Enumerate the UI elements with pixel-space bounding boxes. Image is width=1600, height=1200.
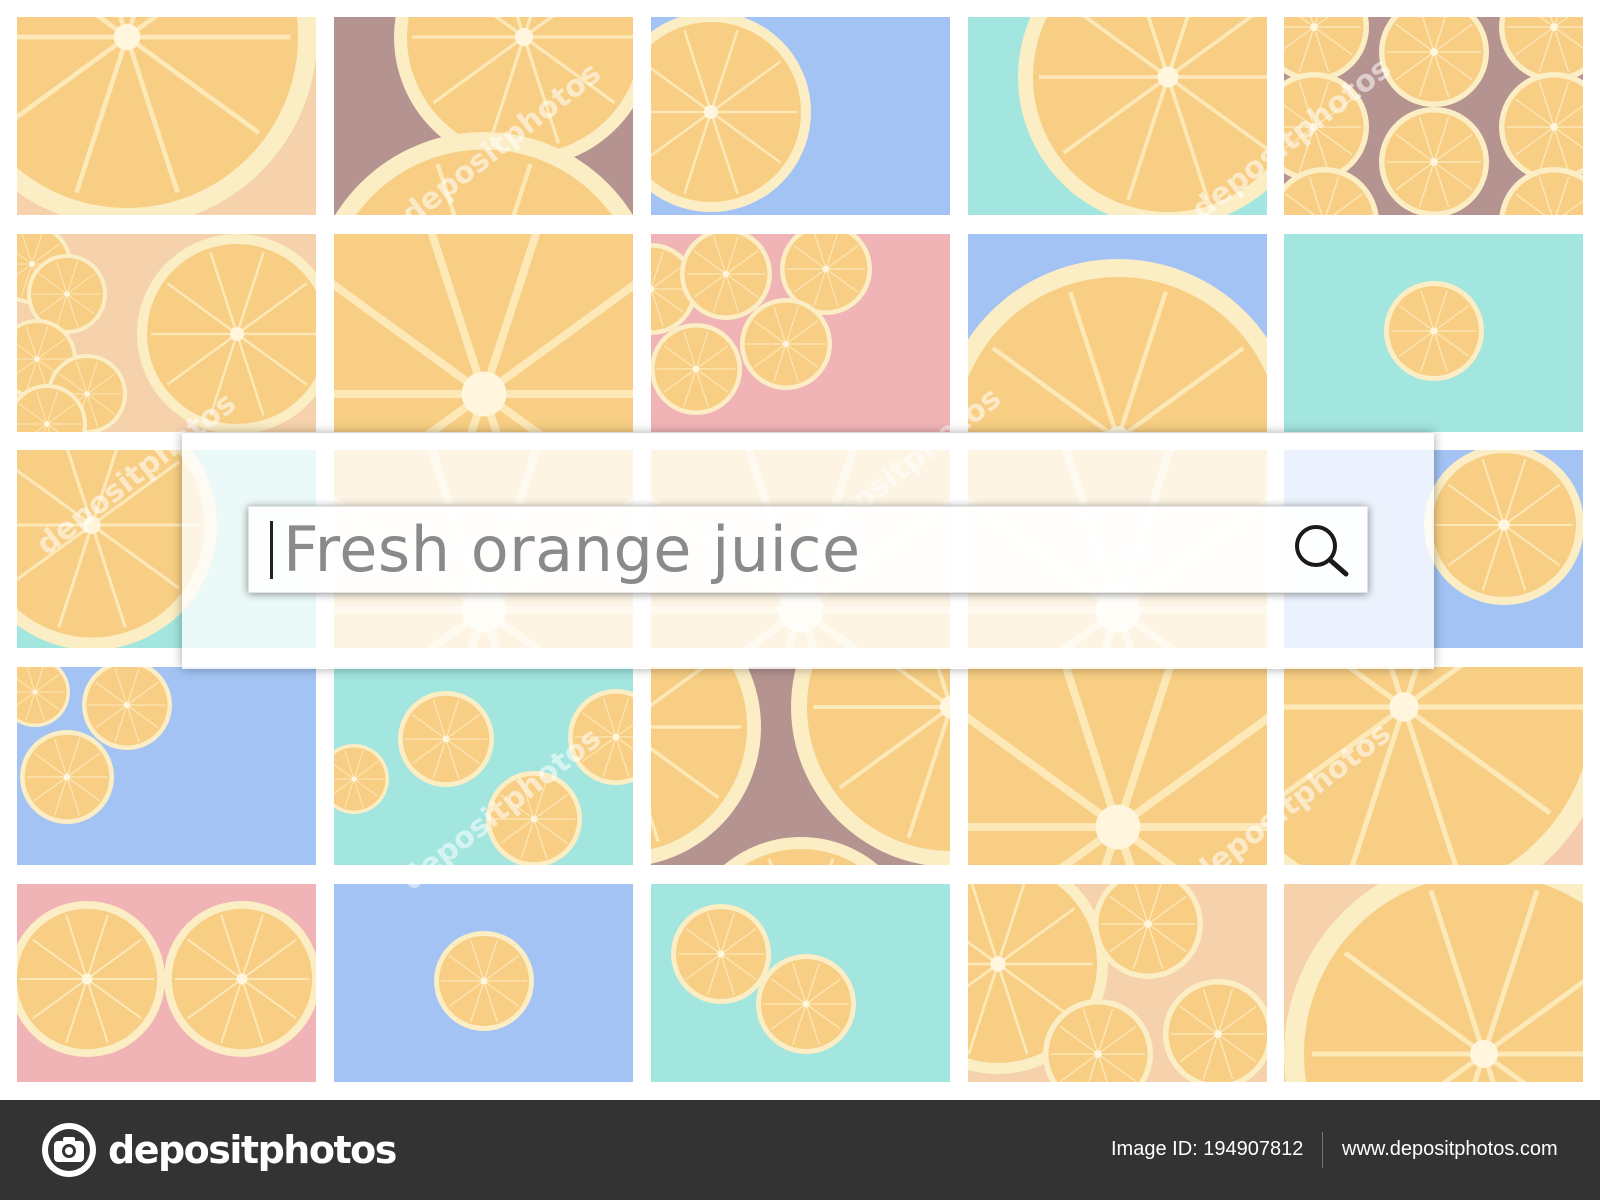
orange-photo — [334, 667, 633, 865]
image-id: Image ID: 194907812 — [1111, 1138, 1304, 1160]
orange-photo — [651, 884, 950, 1082]
footer-bar: depositphotos Image ID: 194907812 www.de… — [0, 1100, 1600, 1200]
photo-tile[interactable] — [1284, 884, 1583, 1082]
orange-slice — [756, 954, 856, 1054]
photo-tile[interactable] — [968, 234, 1267, 432]
orange-photo — [17, 667, 316, 865]
brand-name: depositphotos — [108, 1128, 397, 1172]
photo-tile[interactable] — [651, 234, 950, 432]
photo-tile[interactable] — [334, 667, 633, 865]
photo-tile[interactable] — [334, 234, 633, 432]
orange-photo — [1284, 17, 1583, 215]
photo-tile[interactable] — [1284, 234, 1583, 432]
text-cursor — [270, 521, 273, 579]
orange-photo — [334, 17, 633, 215]
orange-photo — [651, 667, 950, 865]
orange-slice — [1384, 281, 1484, 381]
orange-slice — [740, 298, 832, 390]
orange-slice — [398, 691, 494, 787]
orange-slice — [20, 730, 114, 824]
orange-slice — [651, 323, 742, 415]
search-panel: Fresh orange juice — [182, 433, 1434, 669]
website-link[interactable]: www.depositphotos.com — [1342, 1138, 1558, 1161]
photo-tile[interactable] — [651, 884, 950, 1082]
orange-photo — [17, 17, 316, 215]
photo-tile[interactable] — [334, 884, 633, 1082]
search-icon[interactable] — [1287, 519, 1357, 581]
orange-slice — [968, 667, 1267, 865]
orange-photo — [17, 884, 316, 1082]
photo-tile[interactable] — [17, 234, 316, 432]
orange-slice — [671, 904, 771, 1004]
orange-photo — [968, 17, 1267, 215]
photo-tile[interactable] — [17, 884, 316, 1082]
photo-tile[interactable] — [651, 667, 950, 865]
orange-slice — [1424, 450, 1583, 605]
photo-tile[interactable] — [968, 884, 1267, 1082]
orange-photo — [968, 667, 1267, 865]
depositphotos-logo[interactable]: depositphotos — [40, 1121, 397, 1179]
divider — [1322, 1132, 1323, 1168]
orange-photo — [334, 234, 633, 432]
orange-photo — [17, 234, 316, 432]
orange-slice — [434, 931, 534, 1031]
orange-photo — [651, 17, 950, 215]
orange-photo — [1284, 884, 1583, 1082]
orange-slice — [1284, 667, 1583, 865]
photo-tile[interactable] — [968, 667, 1267, 865]
camera-icon — [42, 1123, 96, 1177]
orange-slice — [1379, 107, 1489, 215]
photo-tile[interactable] — [334, 17, 633, 215]
orange-photo — [1284, 667, 1583, 865]
photo-tile[interactable] — [17, 17, 316, 215]
photo-tile[interactable] — [651, 17, 950, 215]
orange-photo — [1284, 234, 1583, 432]
photo-tile[interactable] — [1284, 667, 1583, 865]
photo-tile[interactable] — [17, 667, 316, 865]
orange-photo — [651, 234, 950, 432]
orange-photo — [334, 884, 633, 1082]
orange-slice — [486, 771, 582, 865]
photo-tile[interactable] — [968, 17, 1267, 215]
search-input[interactable]: Fresh orange juice — [248, 506, 1368, 593]
orange-photo — [968, 884, 1267, 1082]
photo-tile[interactable] — [1284, 17, 1583, 215]
orange-photo — [968, 234, 1267, 432]
orange-slice — [164, 901, 316, 1057]
orange-slice — [334, 234, 633, 432]
search-query: Fresh orange juice — [283, 513, 861, 586]
